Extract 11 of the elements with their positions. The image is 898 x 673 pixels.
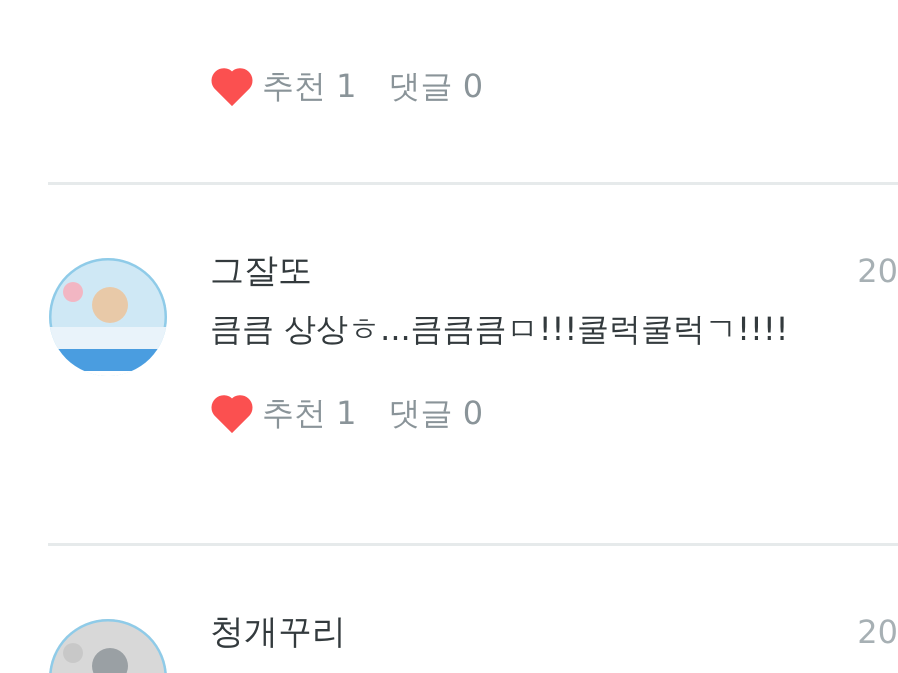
comment-date: 20 <box>857 612 898 653</box>
author-name[interactable]: 청개꾸리 <box>210 606 346 658</box>
reply-count[interactable]: 댓글 0 <box>388 62 484 110</box>
author-name[interactable]: 그잘또 <box>210 246 312 296</box>
reply-count[interactable]: 댓글 0 <box>388 389 484 437</box>
like-count[interactable]: 추천 1 <box>262 62 357 110</box>
heart-icon[interactable] <box>210 393 254 433</box>
comment-text: 큼큼 상상ㅎ...큼큼큼ㅁ!!!쿨럭쿨럭ㄱ!!!! <box>210 309 790 350</box>
like-count[interactable]: 추천 1 <box>262 389 357 437</box>
heart-icon[interactable] <box>210 66 254 106</box>
comment-date: 20 <box>857 251 898 292</box>
